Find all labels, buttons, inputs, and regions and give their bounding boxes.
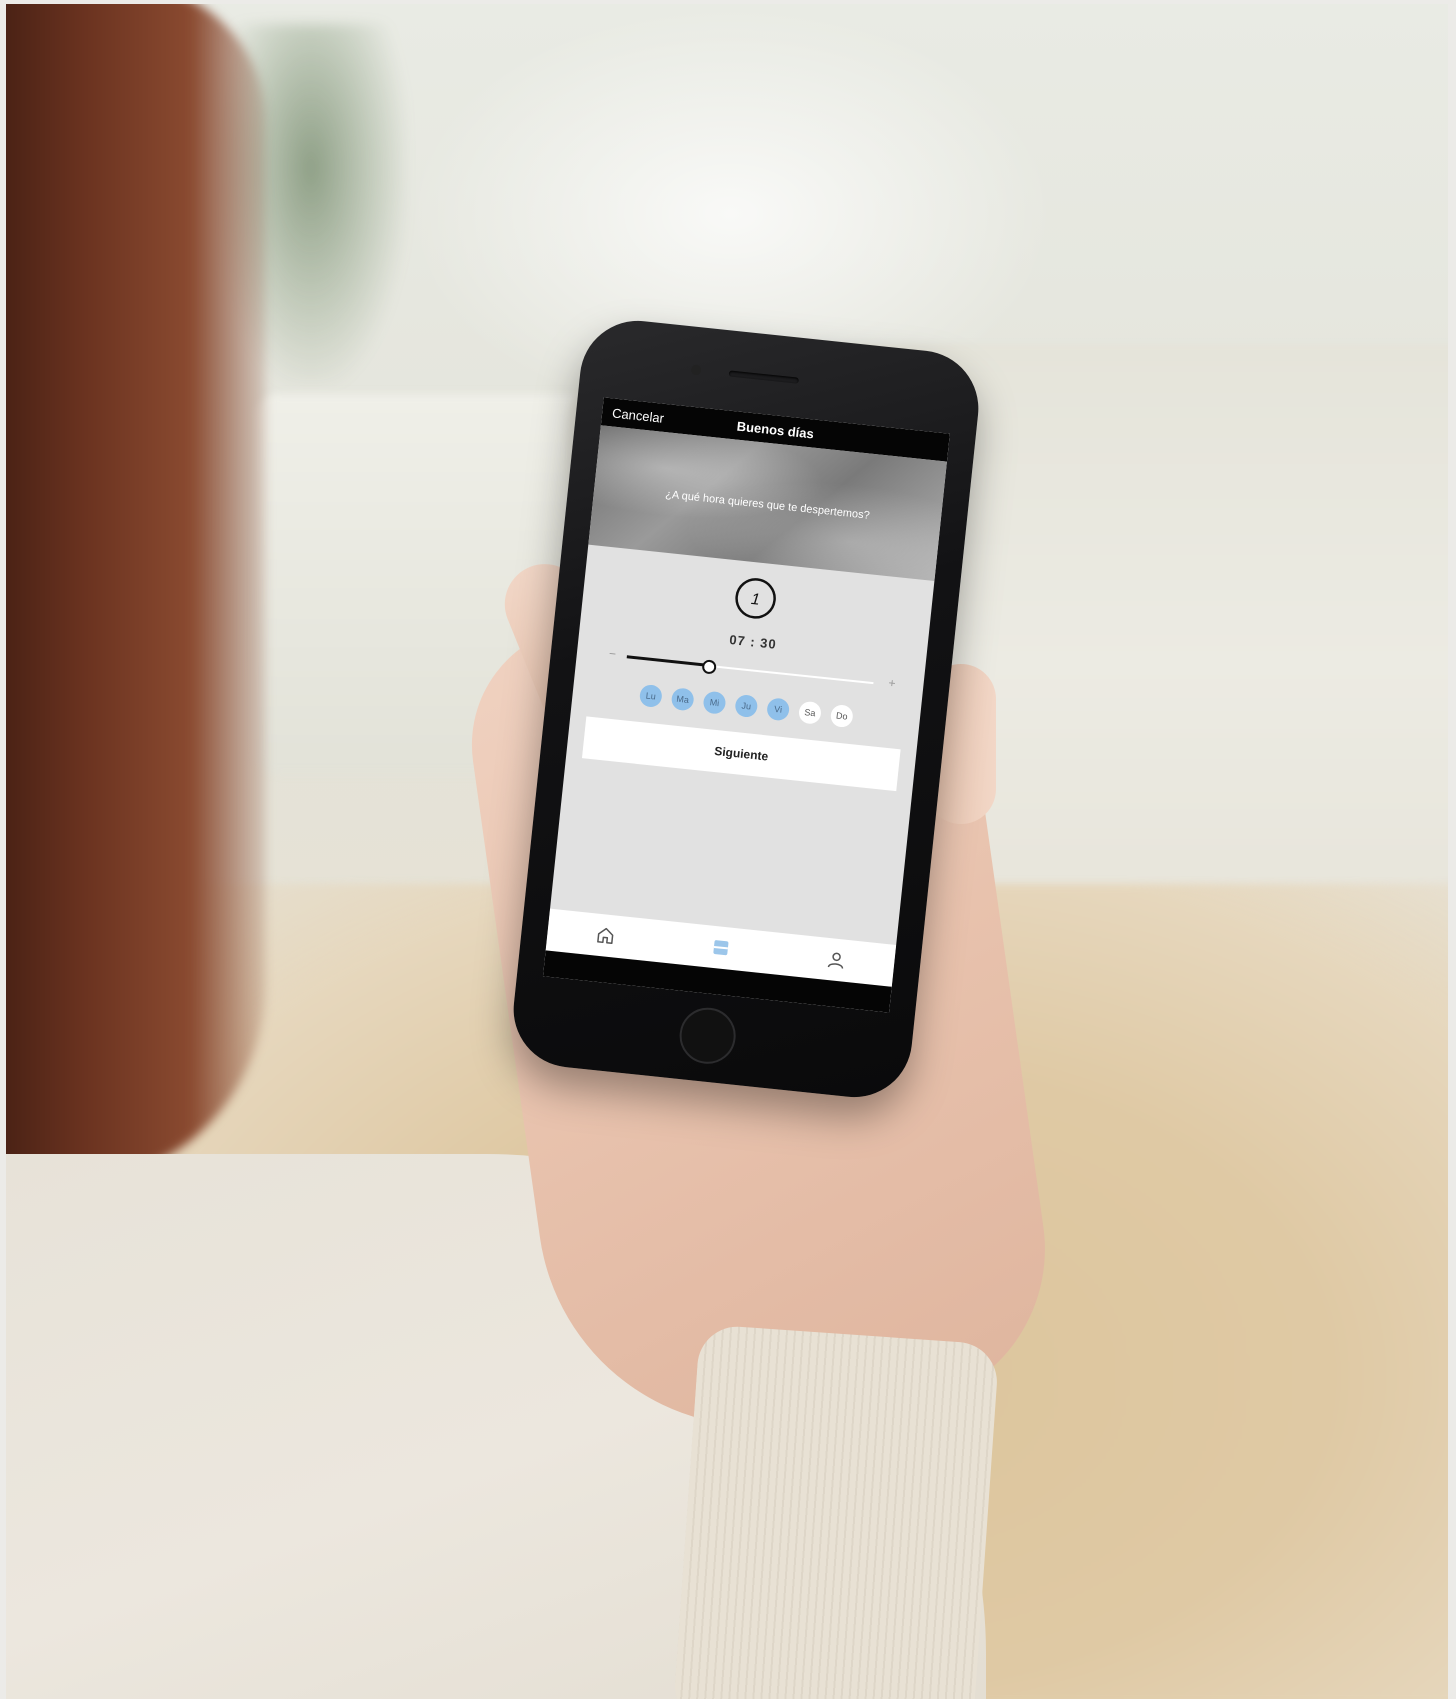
photo-backdrop: Cancelar Buenos días ¿A qué hora quieres… — [6, 4, 1448, 1699]
day-toggle-vi[interactable]: Vi — [766, 697, 791, 722]
question-text: ¿A qué hora quieres que te despertemos? — [664, 488, 871, 522]
home-button[interactable] — [676, 1005, 739, 1067]
phone-screen: Cancelar Buenos días ¿A qué hora quieres… — [542, 397, 950, 1013]
day-toggle-ju[interactable]: Ju — [734, 693, 759, 719]
home-icon — [597, 927, 614, 945]
profile-icon — [827, 952, 844, 969]
front-camera — [690, 364, 702, 376]
phone: Cancelar Buenos días ¿A qué hora quieres… — [507, 315, 985, 1103]
sleeve — [672, 1324, 1000, 1699]
day-toggle-mi[interactable]: Mi — [702, 690, 727, 715]
clock-icon: 1 — [735, 578, 776, 619]
tab-schedule[interactable] — [700, 932, 743, 964]
slider-fill — [626, 655, 709, 667]
day-toggle-sa[interactable]: Sa — [797, 700, 823, 725]
hair — [6, 4, 266, 1184]
day-toggle-lu[interactable]: Lu — [638, 683, 663, 709]
schedule-icon — [713, 940, 729, 956]
day-toggle-do[interactable]: Do — [829, 703, 854, 729]
speaker-grille — [728, 370, 799, 384]
clock-glyph: 1 — [750, 591, 761, 609]
slider-minus[interactable]: − — [608, 646, 616, 661]
tab-profile[interactable] — [815, 944, 858, 976]
slider-thumb[interactable] — [701, 659, 717, 675]
slider-plus[interactable]: + — [888, 676, 896, 691]
tab-home[interactable] — [584, 920, 627, 952]
slider-track[interactable] — [626, 655, 874, 685]
day-toggle-ma[interactable]: Ma — [670, 687, 695, 712]
